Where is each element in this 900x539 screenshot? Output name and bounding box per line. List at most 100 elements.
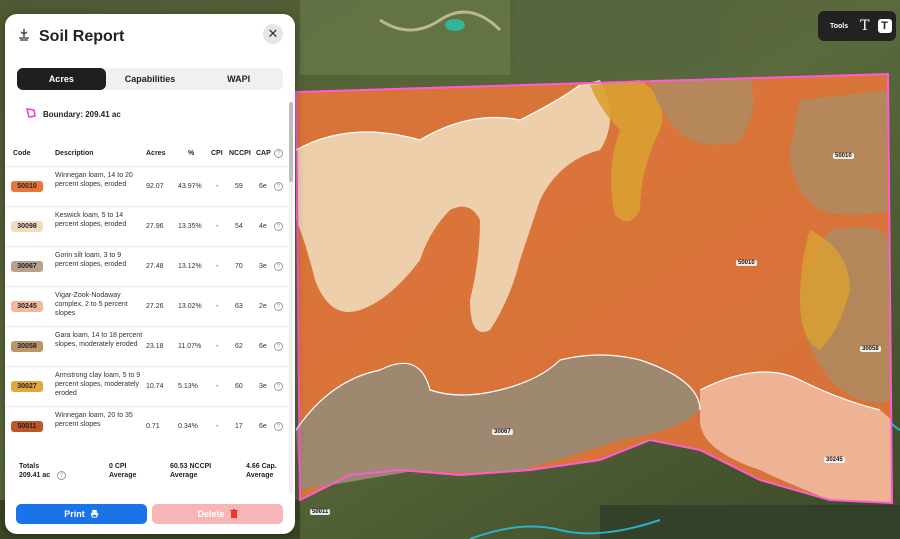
help-icon[interactable]: ? — [274, 262, 283, 271]
totals-label: Totals — [19, 463, 40, 470]
col-description: Description — [55, 150, 94, 157]
nccpi-value: 63 — [235, 303, 243, 310]
cpi-value: - — [216, 343, 219, 350]
soil-description: Gorin silt loam, 3 to 9 percent slopes, … — [55, 252, 127, 268]
col-cap: CAP — [256, 150, 271, 157]
help-icon[interactable]: ? — [274, 422, 283, 431]
tab-capabilities[interactable]: Capabilities — [106, 68, 195, 90]
boundary-summary: Boundary: 209.41 ac — [25, 107, 121, 121]
cap-value: 3e — [259, 263, 267, 270]
scrollbar-thumb[interactable] — [289, 102, 293, 182]
soil-code-badge: 50011 — [11, 421, 43, 432]
soil-code-badge: 30067 — [11, 261, 43, 272]
tab-bar: Acres Capabilities WAPI — [17, 68, 283, 90]
tools-toolbar: Tools T T — [818, 11, 896, 41]
totals-cap: 4.66 Cap. — [246, 463, 277, 470]
print-label: Print — [64, 509, 85, 519]
table-row[interactable]: 30098 Keswick loam, 5 to 14 percent slope… — [5, 206, 288, 247]
map-label: 50010 — [736, 260, 757, 266]
col-nccpi: NCCPI — [229, 150, 251, 157]
table-row[interactable]: 30027 Armstrong clay loam, 5 to 9 percent… — [5, 366, 288, 407]
soil-code-badge: 30058 — [11, 341, 43, 352]
cap-value: 6e — [259, 423, 267, 430]
pct-value: 13.02% — [178, 303, 202, 310]
soil-code-badge: 30245 — [11, 301, 43, 312]
nccpi-value: 70 — [235, 263, 243, 270]
nccpi-value: 59 — [235, 183, 243, 190]
cap-value: 6e — [259, 183, 267, 190]
acres-value: 92.07 — [146, 183, 164, 190]
table-header: Code Description Acres % CPI NCCPI CAP ? — [5, 144, 288, 164]
cap-value: 3e — [259, 383, 267, 390]
cap-value: 4e — [259, 223, 267, 230]
printer-icon — [90, 509, 99, 520]
delete-button[interactable]: Delete — [152, 504, 283, 524]
cpi-value: - — [216, 263, 219, 270]
map-label: 30245 — [824, 457, 845, 463]
soil-icon — [17, 28, 31, 47]
col-acres: Acres — [146, 150, 166, 157]
map-label: 30058 — [860, 346, 881, 352]
nccpi-value: 62 — [235, 343, 243, 350]
print-button[interactable]: Print — [16, 504, 147, 524]
cpi-value: - — [216, 223, 219, 230]
col-pct: % — [188, 150, 195, 157]
help-icon[interactable]: ? — [274, 302, 283, 311]
acres-value: 0.71 — [146, 423, 160, 430]
help-icon[interactable]: ? — [57, 471, 66, 480]
trash-icon — [229, 508, 238, 520]
soil-description: Winnegan loam, 20 to 35 percent slopes — [55, 412, 133, 428]
cpi-value: - — [216, 183, 219, 190]
tab-acres[interactable]: Acres — [17, 68, 106, 90]
tab-wapi[interactable]: WAPI — [194, 68, 283, 90]
soil-description: Keswick loam, 5 to 14 percent slopes, er… — [55, 212, 127, 228]
panel-header: Soil Report — [17, 26, 124, 48]
table-row[interactable]: 30067 Gorin silt loam, 3 to 9 percent slo… — [5, 246, 288, 287]
totals-nccpi-sub: Average — [170, 472, 198, 479]
table-row[interactable]: 30058 Gara loam, 14 to 18 percent slopes,… — [5, 326, 288, 367]
soil-description: Winnegan loam, 14 to 20 percent slopes, … — [55, 172, 133, 188]
text-tool-icon[interactable]: T — [860, 18, 869, 34]
help-icon[interactable]: ? — [274, 382, 283, 391]
close-button[interactable]: ✕ — [263, 24, 283, 44]
field-boundary — [294, 72, 894, 505]
totals-cpi: 0 CPI — [109, 463, 127, 470]
tools-label: Tools — [830, 22, 849, 30]
map-label: 50011 — [310, 509, 331, 515]
help-icon[interactable]: ? — [274, 342, 283, 351]
acres-value: 27.26 — [146, 303, 164, 310]
cap-value: 2e — [259, 303, 267, 310]
acres-value: 10.74 — [146, 383, 164, 390]
acres-value: 27.96 — [146, 223, 164, 230]
pct-value: 13.35% — [178, 223, 202, 230]
text-box-tool-icon[interactable]: T — [877, 19, 892, 33]
totals-cpi-sub: Average — [109, 472, 137, 479]
nccpi-value: 17 — [235, 423, 243, 430]
map-label: 50010 — [833, 153, 854, 159]
acres-value: 23.18 — [146, 343, 164, 350]
totals-row: Totals 209.41 ac ? 0 CPI Average 60.53 N… — [5, 456, 295, 500]
pct-value: 0.34% — [178, 423, 198, 430]
table-row[interactable]: 50010 Winnegan loam, 14 to 20 percent slo… — [5, 166, 288, 207]
help-icon[interactable]: ? — [274, 182, 283, 191]
table-row[interactable]: 30245 Vigar-Zook-Nodaway complex, 2 to 5 … — [5, 286, 288, 327]
boundary-label: Boundary: 209.41 ac — [43, 109, 121, 119]
pct-value: 5.13% — [178, 383, 198, 390]
soil-description: Armstrong clay loam, 5 to 9 percent slop… — [55, 372, 141, 397]
nccpi-value: 54 — [235, 223, 243, 230]
help-icon[interactable]: ? — [274, 149, 283, 158]
pct-value: 43.97% — [178, 183, 202, 190]
cpi-value: - — [216, 383, 219, 390]
acres-value: 27.48 — [146, 263, 164, 270]
soil-description: Vigar-Zook-Nodaway complex, 2 to 5 perce… — [55, 292, 128, 317]
soil-report-panel: Soil Report ✕ Acres Capabilities WAPI Bo… — [5, 14, 295, 534]
delete-label: Delete — [197, 509, 225, 519]
nccpi-value: 60 — [235, 383, 243, 390]
pct-value: 11.07% — [178, 343, 202, 350]
table-row[interactable]: 50011 Winnegan loam, 20 to 35 percent slo… — [5, 406, 288, 447]
help-icon[interactable]: ? — [274, 222, 283, 231]
totals-nccpi: 60.53 NCCPI — [170, 463, 212, 470]
soil-code-badge: 30027 — [11, 381, 43, 392]
cap-value: 6e — [259, 343, 267, 350]
boundary-icon — [25, 107, 37, 121]
